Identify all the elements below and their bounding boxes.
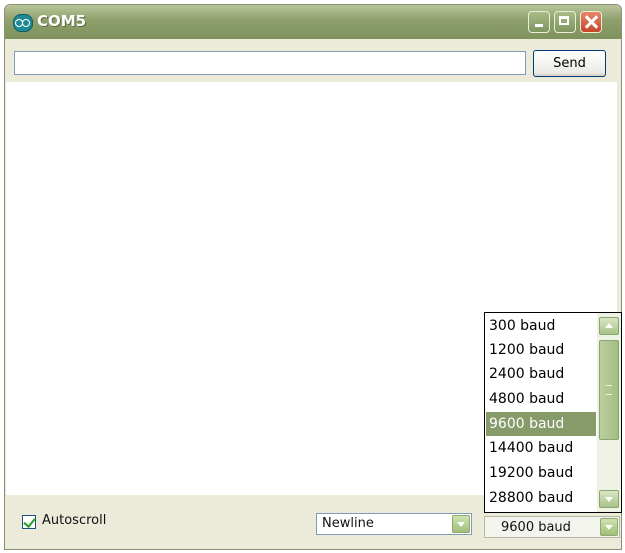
dropdown-option[interactable]: 14400 baud [486, 436, 596, 460]
minimize-icon[interactable] [528, 11, 550, 33]
checkmark-icon [23, 515, 36, 528]
arduino-icon [13, 14, 33, 32]
dropdown-option[interactable]: 19200 baud [486, 461, 596, 485]
autoscroll-checkbox[interactable] [22, 515, 36, 529]
dropdown-option[interactable]: 9600 baud [486, 412, 596, 436]
line-ending-value: Newline [322, 516, 374, 531]
baud-rate-dropdown[interactable]: 300 baud 1200 baud 2400 baud 4800 baud 9… [484, 312, 622, 513]
chevron-down-icon[interactable] [600, 518, 618, 536]
autoscroll-label: Autoscroll [42, 513, 107, 528]
scroll-down-icon[interactable] [599, 490, 619, 508]
maximize-icon[interactable] [554, 11, 576, 33]
baud-rate-value: 9600 baud [501, 520, 571, 535]
dropdown-option[interactable]: 2400 baud [486, 362, 596, 386]
line-ending-select[interactable]: Newline [316, 513, 472, 535]
dropdown-option[interactable]: 28800 baud [486, 486, 596, 510]
dropdown-option[interactable]: 300 baud [486, 314, 596, 338]
dropdown-scrollbar[interactable] [597, 313, 621, 512]
close-icon[interactable] [580, 11, 602, 33]
dropdown-option[interactable]: 1200 baud [486, 338, 596, 362]
scrollbar-thumb[interactable] [599, 340, 619, 440]
chevron-down-icon[interactable] [452, 515, 470, 533]
window-title: COM5 [37, 12, 87, 30]
send-button[interactable]: Send [533, 50, 606, 77]
baud-rate-select[interactable]: 9600 baud [484, 516, 620, 538]
scroll-up-icon[interactable] [599, 317, 619, 335]
title-bar[interactable]: COM5 [5, 5, 621, 39]
send-input[interactable] [14, 51, 526, 75]
dropdown-option[interactable]: 4800 baud [486, 387, 596, 411]
